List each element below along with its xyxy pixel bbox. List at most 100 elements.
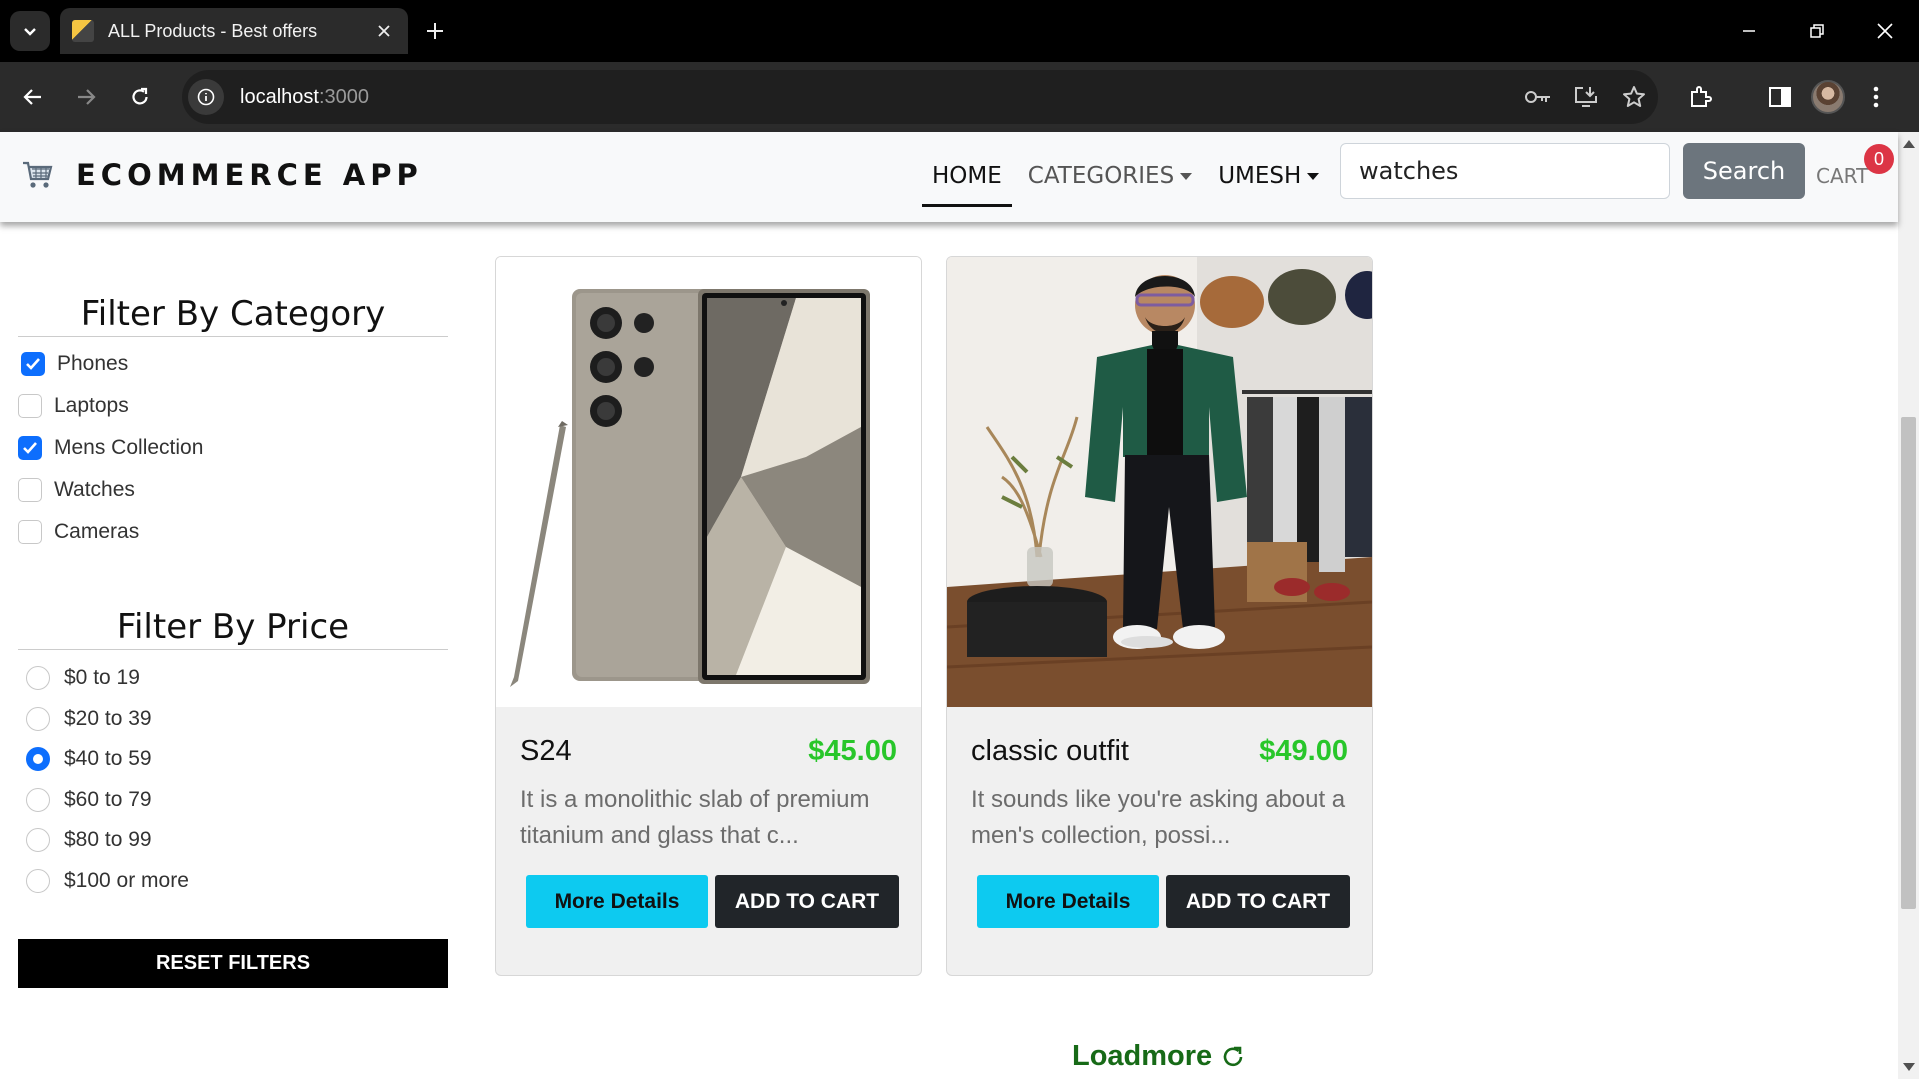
product-image[interactable] [947,257,1372,707]
refresh-icon [1223,1046,1243,1066]
scrollbar-thumb[interactable] [1901,417,1916,909]
category-option-laptops[interactable]: Laptops [18,385,448,427]
price-filter-heading: Filter By Price [18,607,448,650]
bookmark-star-icon[interactable] [1610,73,1658,121]
product-description: It sounds like you're asking about a men… [971,786,1346,849]
app-navbar: ECOMMERCE APP HOME CATEGORIES UMESH Sear… [0,132,1898,222]
shopping-cart-icon [23,161,53,188]
category-label: Laptops [54,394,129,417]
install-app-icon[interactable] [1562,73,1610,121]
nav-home[interactable]: HOME [920,155,1014,207]
nav-cart[interactable]: CART [1816,164,1868,188]
product-description: It is a monolithic slab of premium titan… [520,786,870,849]
close-window-button[interactable] [1851,0,1919,62]
brand-link[interactable]: ECOMMERCE APP [22,158,423,192]
category-label: Watches [54,478,135,501]
close-icon [1877,23,1893,39]
scroll-down-arrow-icon[interactable] [1903,1063,1915,1071]
tab-search-button[interactable] [10,11,50,51]
tab-title: ALL Products - Best offers [108,20,318,41]
arrow-right-icon [78,89,96,105]
more-details-button[interactable]: More Details [977,875,1159,928]
reset-filters-button[interactable]: RESET FILTERS [18,939,448,988]
price-label: $20 to 39 [64,706,152,730]
nav-categories-dropdown[interactable]: CATEGORIES [1016,155,1204,197]
product-name: classic outfit [971,735,1129,767]
price-label: $100 or more [64,868,189,892]
page-scrollbar[interactable] [1898,132,1919,1079]
category-filter-heading: Filter By Category [18,294,448,337]
arrow-left-icon [23,89,41,105]
price-label: $40 to 59 [64,747,152,771]
caret-down-icon [1307,173,1320,180]
category-filter-list: Phones Laptops Mens Collection Watches C… [18,343,448,553]
site-info-icon[interactable] [188,79,224,115]
category-label: Phones [57,352,129,375]
category-option-mens-collection[interactable]: Mens Collection [18,427,448,469]
radio-button[interactable] [26,828,50,853]
browser-tabstrip: ALL Products - Best offers [0,0,1919,62]
profile-avatar[interactable] [1804,73,1852,121]
price-filter-list: $0 to 19 $20 to 39 $40 to 59 $60 to 79 $… [18,658,448,901]
price-label: $60 to 79 [64,787,152,811]
price-option[interactable]: $40 to 59 [18,739,448,780]
restore-button[interactable] [1783,0,1851,62]
nav-user-dropdown[interactable]: UMESH [1206,155,1331,197]
category-option-phones[interactable]: Phones [18,343,448,385]
reload-button[interactable] [122,79,158,115]
price-option[interactable]: $60 to 79 [18,780,448,821]
search-input[interactable] [1340,143,1670,199]
caret-down-icon [1180,173,1193,180]
load-more-button[interactable]: Loadmore [1072,1040,1246,1073]
category-option-watches[interactable]: Watches [18,469,448,511]
radio-button[interactable] [26,706,50,731]
scroll-up-arrow-icon[interactable] [1903,140,1915,148]
more-details-button[interactable]: More Details [526,875,708,928]
checkbox[interactable] [18,394,42,418]
radio-button[interactable] [26,747,50,772]
product-image[interactable] [496,257,921,707]
radio-button[interactable] [26,868,50,893]
category-label: Mens Collection [54,436,204,459]
product-card: S24 $45.00 It is a monolithic slab of pr… [495,256,922,976]
url-text[interactable]: localhost:3000 [240,86,369,109]
checkbox[interactable] [21,352,45,376]
browser-tab[interactable]: ALL Products - Best offers [60,8,408,54]
minimize-icon [1743,30,1755,32]
extensions-icon[interactable] [1676,73,1724,121]
plus-icon [427,23,443,39]
back-button[interactable] [15,79,51,115]
price-option[interactable]: $20 to 39 [18,699,448,740]
chevron-down-icon [24,28,36,36]
checkbox[interactable] [18,520,42,544]
price-option[interactable]: $80 to 99 [18,820,448,861]
side-panel-icon[interactable] [1756,73,1804,121]
category-label: Cameras [54,520,140,543]
checkmark-icon [26,358,40,370]
checkbox[interactable] [18,436,42,460]
filters-sidebar: Filter By Category Phones Laptops Mens C… [18,222,448,988]
checkbox[interactable] [18,478,42,502]
add-to-cart-button[interactable]: ADD TO CART [1166,875,1350,928]
cart-count-badge: 0 [1864,144,1894,174]
price-option[interactable]: $100 or more [18,861,448,902]
favicon-icon [72,20,94,42]
restore-icon [1810,24,1824,38]
price-option[interactable]: $0 to 19 [18,658,448,699]
radio-button[interactable] [26,666,50,691]
checkmark-icon [23,442,37,454]
product-price: $45.00 [808,735,897,767]
category-option-cameras[interactable]: Cameras [18,511,448,553]
address-bar[interactable]: localhost:3000 [182,70,1658,124]
minimize-button[interactable] [1715,0,1783,62]
radio-button[interactable] [26,787,50,812]
browser-menu-icon[interactable] [1852,73,1900,121]
password-key-icon[interactable] [1514,73,1562,121]
product-card: classic outfit $49.00 It sounds like you… [946,256,1373,976]
search-button[interactable]: Search [1683,143,1805,199]
new-tab-button[interactable] [418,14,452,48]
forward-button[interactable] [68,79,104,115]
add-to-cart-button[interactable]: ADD TO CART [715,875,899,928]
close-tab-icon[interactable] [372,19,396,43]
product-price: $49.00 [1259,735,1348,767]
